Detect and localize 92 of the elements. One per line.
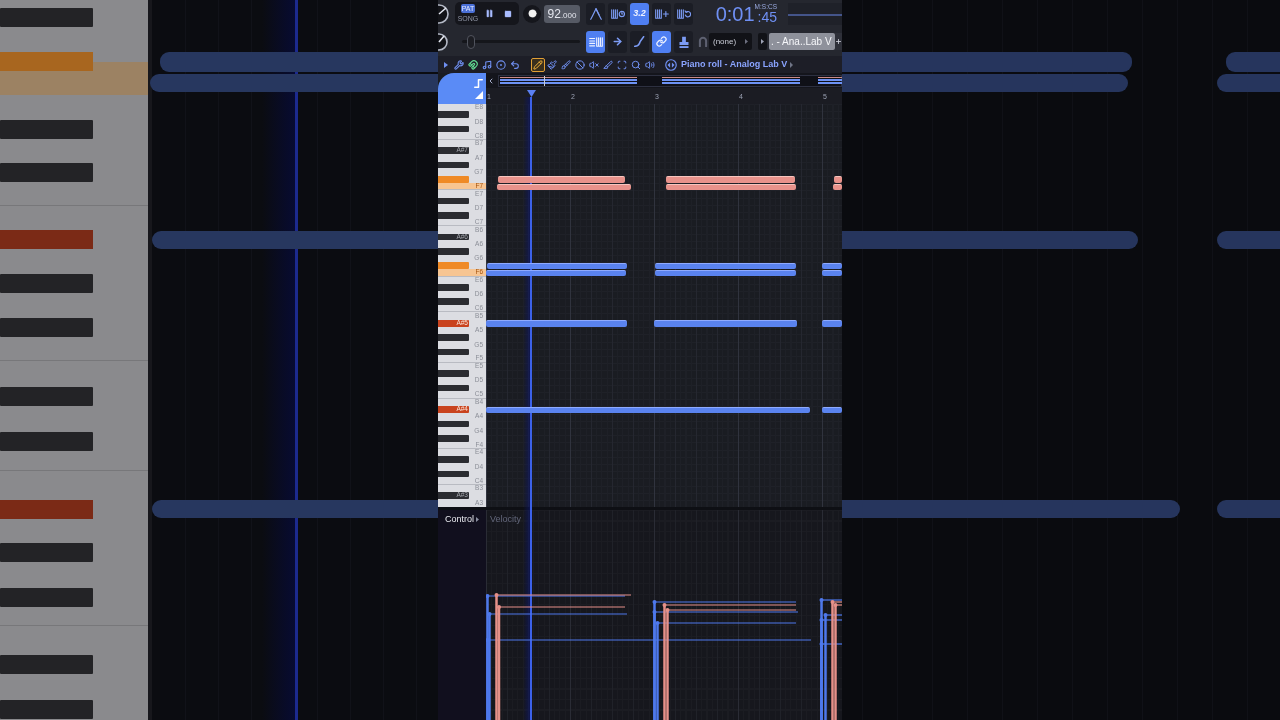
curve-button[interactable] xyxy=(630,30,649,53)
arrow-right-icon xyxy=(612,36,623,47)
wrench-icon[interactable] xyxy=(454,59,464,70)
piano-roll-button[interactable] xyxy=(586,30,605,53)
arrow-button[interactable] xyxy=(608,30,627,53)
piano-key[interactable] xyxy=(438,456,469,464)
note-grid[interactable] xyxy=(486,104,842,508)
tempo-display[interactable]: 92.000 xyxy=(544,4,580,23)
playhead-marker-icon[interactable] xyxy=(527,90,536,97)
piano-key[interactable] xyxy=(438,197,469,205)
midi-note[interactable] xyxy=(655,262,796,270)
magnet-icon[interactable] xyxy=(468,59,478,70)
horseshoe-icon xyxy=(698,36,708,47)
piano-key[interactable] xyxy=(438,125,469,133)
channel-arrow-button[interactable] xyxy=(758,33,767,50)
selection-icon xyxy=(617,59,627,70)
stamp-button[interactable] xyxy=(674,30,693,53)
stamp-icon xyxy=(677,35,690,48)
target-dropdown[interactable]: (none) xyxy=(709,33,752,50)
keys-clock-icon xyxy=(610,8,625,19)
plus-icon xyxy=(835,38,842,45)
loop-record-button[interactable] xyxy=(674,2,693,25)
note-overview-drawing[interactable] xyxy=(498,74,842,87)
record-icon xyxy=(527,9,537,18)
knife-icon xyxy=(603,59,613,70)
link-button[interactable] xyxy=(652,30,671,53)
midi-note[interactable] xyxy=(655,270,796,277)
midi-note[interactable] xyxy=(822,262,842,270)
piano-roll-icon xyxy=(588,36,603,47)
mute-icon xyxy=(589,59,599,70)
paint-tool[interactable] xyxy=(545,57,559,72)
knob[interactable] xyxy=(438,2,450,25)
midi-note[interactable] xyxy=(822,406,842,414)
note-icon[interactable] xyxy=(482,59,492,70)
dropdown-arrow-icon xyxy=(745,39,748,44)
triangle-icon xyxy=(761,39,764,44)
metronome-icon xyxy=(589,7,602,20)
blend-notes-button[interactable] xyxy=(652,2,671,25)
piano-key[interactable] xyxy=(438,111,469,119)
keys-plus-icon xyxy=(654,8,669,19)
menu-arrow-icon[interactable] xyxy=(790,61,794,68)
pause-icon xyxy=(484,9,494,18)
parameter-label: Velocity xyxy=(490,515,522,525)
keys-loop-icon xyxy=(676,8,691,19)
menu-arrow-icon xyxy=(476,517,479,523)
midi-note[interactable] xyxy=(486,406,810,414)
piano-key[interactable] xyxy=(438,470,469,478)
velocity-handle[interactable] xyxy=(823,613,842,720)
piano-key[interactable] xyxy=(438,384,469,392)
midi-note[interactable] xyxy=(666,183,796,190)
triangle-icon xyxy=(475,90,483,99)
paintbrush-icon xyxy=(547,59,557,70)
corner-tab[interactable] xyxy=(438,73,486,104)
velocity-editor[interactable]: Velocity xyxy=(486,510,842,720)
piano-key[interactable] xyxy=(438,420,469,428)
curve-pen-icon xyxy=(634,36,645,47)
piano-roll-title[interactable]: Piano roll - Analog Lab V xyxy=(681,60,788,69)
countdown-button[interactable]: 3.2 xyxy=(630,2,649,25)
add-button[interactable] xyxy=(835,33,842,50)
delete-tool[interactable] xyxy=(573,57,587,72)
channel-selector[interactable]: . - Ana..Lab V xyxy=(769,33,835,50)
midi-note[interactable] xyxy=(497,183,631,190)
midi-note[interactable] xyxy=(822,270,842,277)
menu-arrow-icon[interactable] xyxy=(444,61,448,68)
brush-icon xyxy=(561,59,571,70)
draw-tool[interactable] xyxy=(531,57,545,72)
slider[interactable] xyxy=(462,34,580,49)
brush-tool[interactable] xyxy=(559,57,573,72)
target-icon[interactable] xyxy=(496,59,506,70)
song-time: 0:01 xyxy=(715,4,755,24)
song-time-centiseconds: :45 xyxy=(757,10,777,24)
step-line-icon xyxy=(474,78,483,88)
stop-icon xyxy=(504,9,512,18)
piano-key[interactable] xyxy=(438,161,469,169)
step-record-button[interactable] xyxy=(608,2,627,25)
slider-thumb[interactable] xyxy=(467,34,476,49)
record-button[interactable] xyxy=(523,4,541,23)
control-menu[interactable]: Control xyxy=(445,515,479,525)
piano-key[interactable] xyxy=(438,348,469,356)
metronome-button[interactable] xyxy=(586,2,605,25)
piano-key[interactable] xyxy=(438,434,469,442)
prohibited-icon xyxy=(575,59,585,70)
zoom-icon xyxy=(631,59,641,70)
midi-note[interactable] xyxy=(486,270,626,277)
speaker-icon xyxy=(645,59,655,70)
circle-arrows-icon[interactable] xyxy=(665,58,677,71)
pencil-icon xyxy=(533,59,543,70)
knob[interactable] xyxy=(438,30,448,53)
undo-icon[interactable] xyxy=(510,59,520,70)
link-icon xyxy=(656,36,667,47)
velocity-handle[interactable] xyxy=(819,618,842,720)
midi-note[interactable] xyxy=(487,262,627,270)
